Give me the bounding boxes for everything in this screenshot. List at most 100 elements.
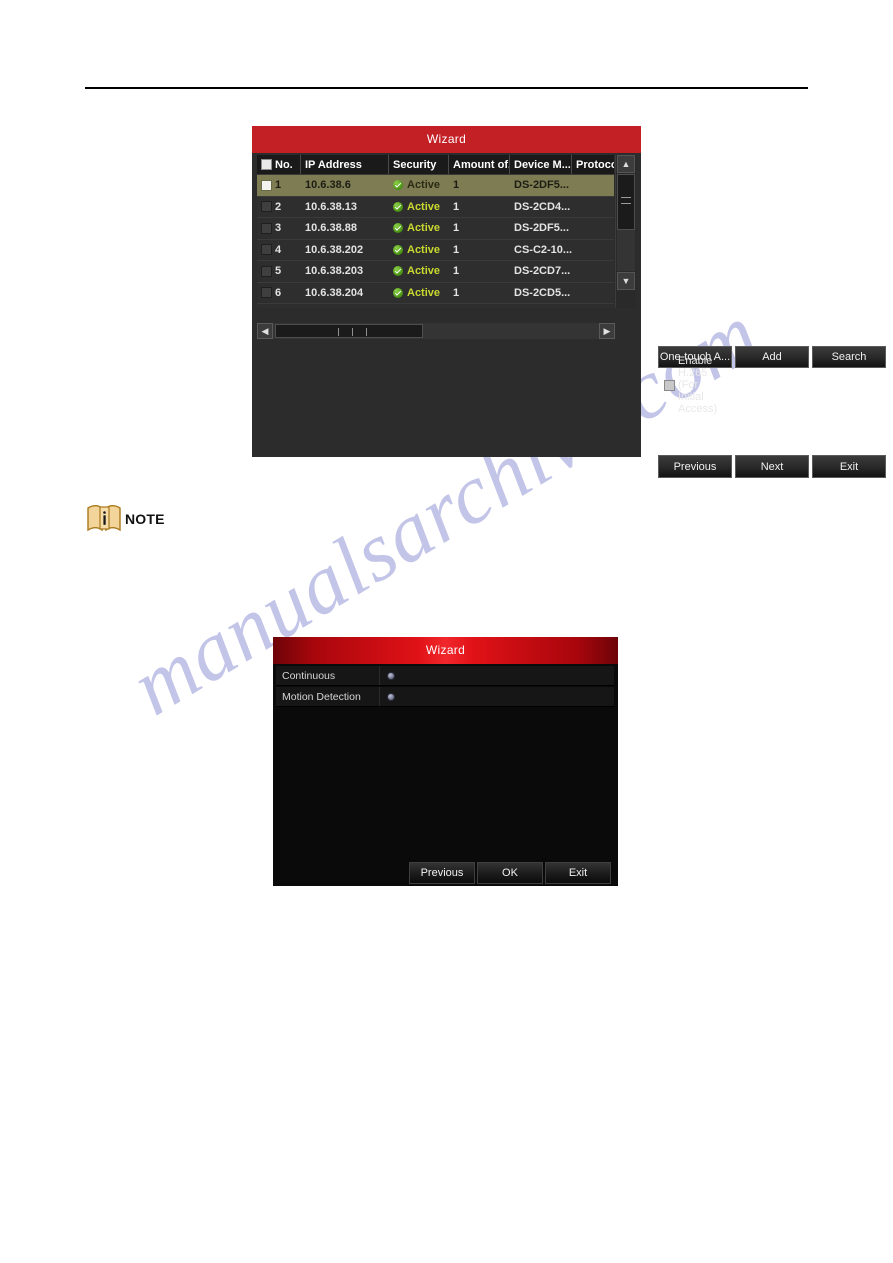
cell-security: Active	[389, 283, 449, 304]
cell-amount: 1	[453, 265, 460, 278]
cell-amount: 1	[453, 200, 460, 213]
option-row-continuous[interactable]: Continuous	[276, 666, 614, 686]
dialog-title-bar: Wizard	[252, 126, 641, 153]
scroll-grip-line	[366, 328, 367, 336]
dialog-title-bar: Wizard	[273, 637, 618, 664]
cell-no: 3	[257, 218, 301, 239]
column-header-ip-address[interactable]: IP Address	[301, 155, 389, 174]
cell-no-label: 4	[275, 243, 282, 256]
table-vertical-scrollbar[interactable]: ▲ ▼	[615, 155, 636, 308]
select-all-checkbox[interactable]	[261, 159, 272, 170]
option-control-continuous[interactable]	[380, 666, 614, 685]
cell-security-label: Active	[407, 265, 441, 278]
cell-security: Active	[389, 240, 449, 261]
dialog-title-text: Wizard	[426, 132, 467, 146]
row-checkbox[interactable]	[261, 287, 272, 299]
dialog-body: Continuous Motion Detection Previous OK …	[273, 664, 618, 886]
scroll-grip-line	[338, 328, 339, 336]
cell-protocol	[572, 197, 614, 218]
table-row[interactable]: 6 10.6.38.204 Active 1 DS-2CD5...	[257, 282, 614, 304]
cell-no: 2	[257, 197, 301, 218]
cell-ip-address: 10.6.38.202	[305, 243, 364, 256]
row-checkbox[interactable]	[261, 179, 272, 191]
table-row[interactable]: 5 10.6.38.203 Active 1 DS-2CD7...	[257, 261, 614, 283]
cell-no: 5	[257, 261, 301, 282]
cell-security-label: Active	[407, 286, 441, 299]
table-row[interactable]: 3 10.6.38.88 Active 1 DS-2DF5...	[257, 218, 614, 240]
note-label: NOTE	[125, 510, 165, 527]
ok-button[interactable]: OK	[477, 862, 543, 884]
table-horizontal-scrollbar[interactable]: ◀ ▶	[257, 323, 615, 339]
table-row[interactable]: 1 10.6.38.6 Active 1 DS-2DF5...	[257, 175, 614, 197]
cell-device-model: DS-2DF5...	[514, 179, 570, 192]
cell-device-model: DS-2CD7...	[514, 265, 571, 278]
table-row[interactable]: 4 10.6.38.202 Active 1 CS-C2-10...	[257, 239, 614, 261]
previous-button[interactable]: Previous	[658, 455, 732, 478]
cell-no-label: 1	[275, 179, 282, 192]
radio-dot-icon[interactable]	[387, 671, 395, 680]
cell-security: Active	[389, 261, 449, 282]
enable-h265-label: Enable H.265 (For Initial Access)	[678, 355, 718, 415]
cell-no-label: 2	[275, 200, 282, 213]
next-button[interactable]: Next	[735, 455, 809, 478]
exit-button[interactable]: Exit	[545, 862, 611, 884]
column-header-no[interactable]: No.	[257, 155, 301, 174]
table-row[interactable]: 2 10.6.38.13 Active 1 DS-2CD4...	[257, 196, 614, 218]
scroll-down-icon[interactable]: ▼	[617, 272, 635, 290]
cell-amount: 1	[453, 243, 460, 256]
cell-device-model: CS-C2-10...	[514, 243, 572, 256]
cell-protocol	[572, 175, 614, 196]
cell-no: 1	[257, 175, 301, 196]
page-header-rule	[85, 87, 808, 89]
cell-security-label: Active	[407, 179, 441, 192]
column-header-protocol[interactable]: Protocol	[572, 155, 614, 174]
cell-amount: 1	[453, 222, 460, 235]
radio-dot-icon[interactable]	[387, 692, 395, 701]
cell-device-model: DS-2DF5...	[514, 222, 570, 235]
row-checkbox[interactable]	[261, 265, 272, 277]
option-control-motion-detection[interactable]	[380, 687, 614, 706]
column-header-amount[interactable]: Amount of...	[449, 155, 510, 174]
dialog-title-text: Wizard	[425, 643, 466, 657]
active-status-icon	[393, 201, 403, 212]
cell-security-label: Active	[407, 200, 441, 213]
note-book-info-icon	[86, 503, 122, 534]
active-status-icon	[393, 244, 403, 255]
cell-security-label: Active	[407, 222, 441, 235]
vertical-scroll-track[interactable]	[617, 174, 635, 271]
active-status-icon	[393, 223, 403, 234]
cell-no: 6	[257, 283, 301, 304]
column-header-no-label: No.	[275, 158, 293, 171]
enable-h265-checkbox[interactable]	[664, 379, 675, 391]
cell-no: 4	[257, 240, 301, 261]
scroll-grip-line	[621, 197, 631, 198]
column-header-security[interactable]: Security	[389, 155, 449, 174]
scroll-grip-line	[621, 203, 631, 204]
cell-security: Active	[389, 175, 449, 196]
enable-h265-option[interactable]: Enable H.265 (For Initial Access)	[664, 355, 717, 415]
row-checkbox[interactable]	[261, 222, 272, 234]
exit-button[interactable]: Exit	[812, 455, 886, 478]
scroll-up-icon[interactable]: ▲	[617, 155, 635, 173]
dialog-footer-buttons: Previous OK Exit	[409, 862, 615, 884]
search-button[interactable]: Search	[812, 346, 886, 368]
vertical-scroll-thumb[interactable]	[617, 174, 635, 230]
active-status-icon	[393, 180, 403, 191]
column-header-device-model[interactable]: Device M...	[510, 155, 572, 174]
cell-amount: 1	[453, 179, 460, 192]
horizontal-scroll-thumb[interactable]	[275, 324, 423, 338]
scroll-left-icon[interactable]: ◀	[257, 323, 273, 339]
cell-device-model: DS-2CD5...	[514, 286, 571, 299]
cell-amount: 1	[453, 286, 460, 299]
cell-no-label: 6	[275, 286, 282, 299]
cell-device-model: DS-2CD4...	[514, 200, 571, 213]
row-checkbox[interactable]	[261, 244, 272, 256]
cell-no-label: 5	[275, 265, 282, 278]
option-row-motion-detection[interactable]: Motion Detection	[276, 687, 614, 707]
add-button[interactable]: Add	[735, 346, 809, 368]
wizard-camera-list-dialog: Wizard No. IP Address Security Amount of…	[252, 126, 886, 478]
row-checkbox[interactable]	[261, 201, 272, 213]
cell-security: Active	[389, 197, 449, 218]
previous-button[interactable]: Previous	[409, 862, 475, 884]
scroll-right-icon[interactable]: ▶	[599, 323, 615, 339]
